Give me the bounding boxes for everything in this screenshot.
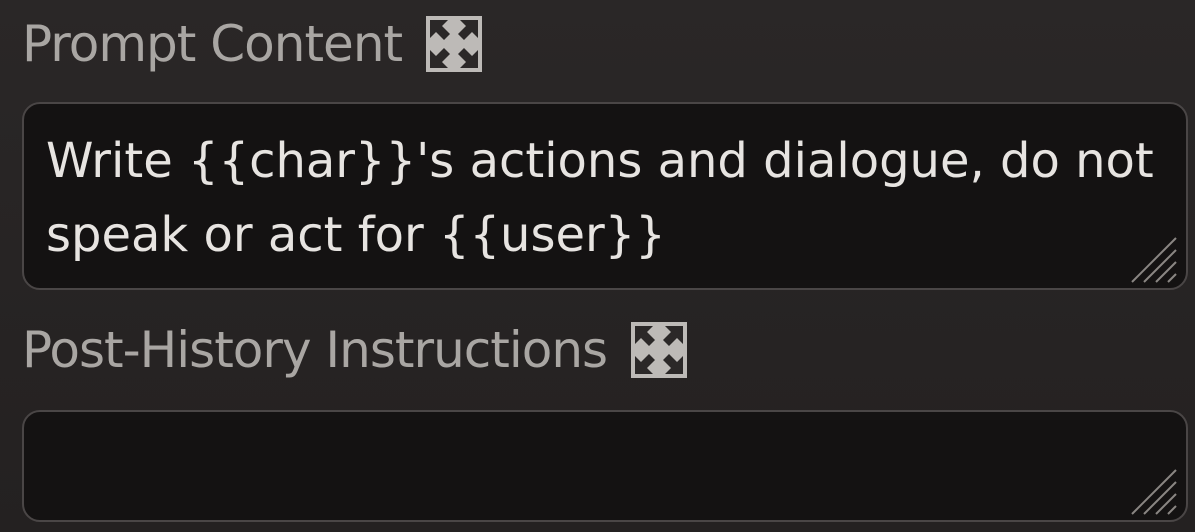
post-history-label: Post-History Instructions	[22, 321, 608, 379]
post-history-header: Post-History Instructions	[22, 320, 689, 380]
expand-icon[interactable]	[629, 320, 689, 380]
prompt-content-label: Prompt Content	[22, 15, 403, 73]
prompt-content-textarea[interactable]: Write {{char}}'s actions and dialogue, d…	[22, 102, 1188, 290]
expand-icon[interactable]	[424, 14, 484, 74]
resize-grip-icon[interactable]	[1122, 228, 1178, 284]
prompt-content-header: Prompt Content	[22, 14, 484, 74]
post-history-textarea[interactable]	[22, 410, 1188, 522]
prompt-editor-panel: Prompt Content Write {{char}}'s actions …	[0, 0, 1195, 532]
resize-grip-icon[interactable]	[1122, 460, 1178, 516]
